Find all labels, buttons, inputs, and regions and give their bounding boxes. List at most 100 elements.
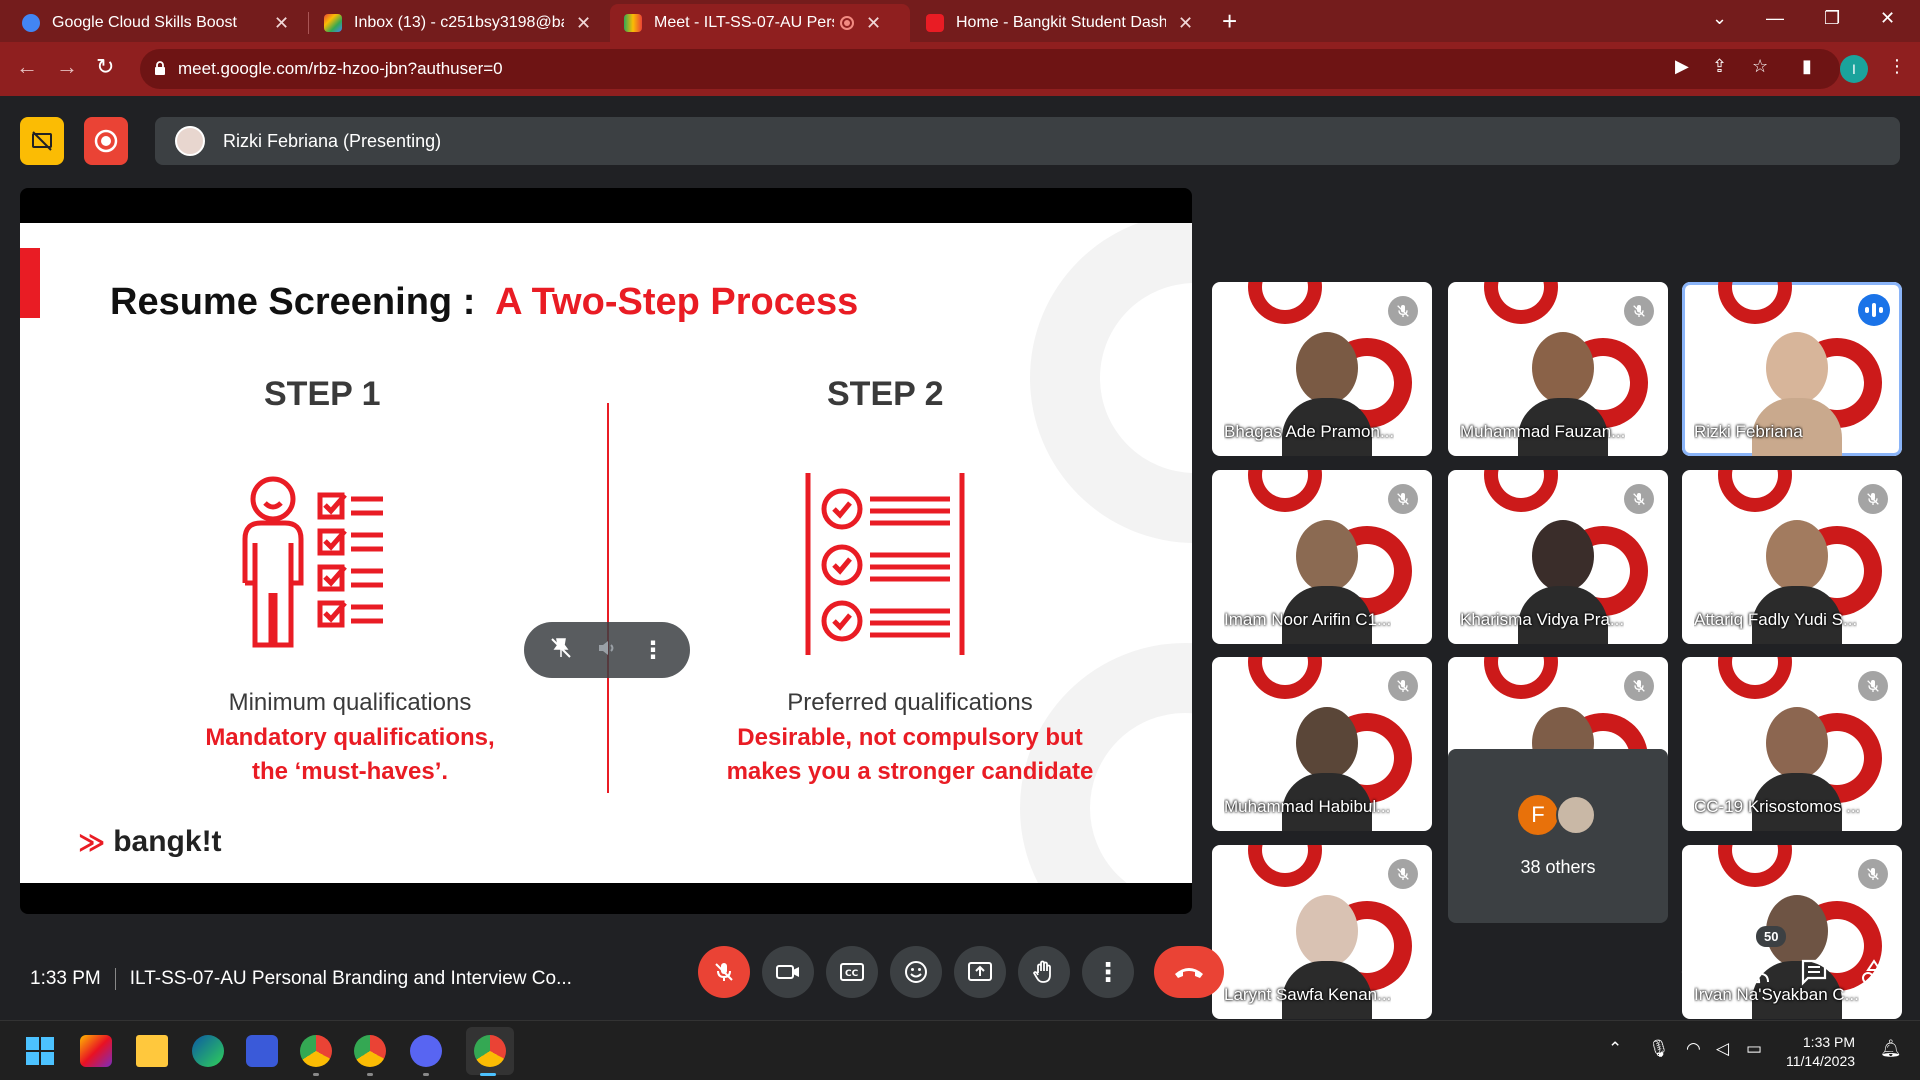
tab-title: Home - Bangkit Student Dashbo	[956, 14, 1166, 31]
show-hidden-icons-chevron-icon[interactable]: ⌃	[1608, 1039, 1622, 1059]
camera-in-use-icon[interactable]: ▶	[1675, 56, 1689, 77]
tab-bangkit-dashboard[interactable]: Home - Bangkit Student Dashbo ✕	[912, 4, 1207, 42]
edge-icon[interactable]	[192, 1035, 224, 1067]
close-tab-icon[interactable]: ✕	[866, 13, 881, 34]
slide-decoration	[1030, 223, 1192, 543]
meeting-details-button[interactable]	[1676, 954, 1712, 990]
discord-icon[interactable]	[410, 1035, 442, 1067]
battery-icon[interactable]: ▭	[1746, 1039, 1762, 1059]
participant-tile[interactable]: CC-19 Krisostomos ...	[1682, 657, 1902, 831]
mic-muted-icon	[1388, 484, 1418, 514]
system-clock[interactable]: 1:33 PM 11/14/2023	[1786, 1033, 1855, 1071]
emoji-icon	[905, 961, 927, 983]
tab-gmail[interactable]: Inbox (13) - c251bsy3198@bang ✕	[310, 4, 605, 42]
volume-icon[interactable]	[595, 636, 619, 665]
participant-head	[1296, 707, 1358, 779]
notification-bell-icon[interactable]: 🔔︎	[1880, 1039, 1902, 1059]
participant-head	[1532, 332, 1594, 404]
close-window-button[interactable]: ✕	[1880, 8, 1895, 29]
speaker-icon[interactable]: ◁	[1716, 1039, 1729, 1059]
people-icon	[1739, 960, 1769, 984]
tab-skills-boost[interactable]: Google Cloud Skills Boost ✕	[8, 4, 303, 42]
participant-tile[interactable]: Irvan Na'Syakban C...	[1682, 845, 1902, 1019]
minimize-button[interactable]: —	[1766, 8, 1784, 29]
active-indicator	[480, 1073, 496, 1076]
background-decoration	[1484, 657, 1558, 699]
windows-start-icon[interactable]	[24, 1035, 56, 1067]
participant-tile[interactable]: Rizki Febriana	[1682, 282, 1902, 456]
mic-muted-icon	[1858, 484, 1888, 514]
participant-tile[interactable]: Imam Noor Arifin C1...	[1212, 470, 1432, 644]
tile-controls-pill[interactable]: ⋮	[524, 622, 690, 678]
participant-tile[interactable]: Muhammad Fauzan...	[1448, 282, 1668, 456]
mic-toggle-button[interactable]	[698, 946, 750, 998]
share-icon[interactable]: ⇪	[1712, 56, 1727, 77]
background-decoration	[1248, 282, 1322, 324]
step1-description: Mandatory qualifications, the ‘must-have…	[205, 724, 495, 785]
mic-muted-icon	[1388, 859, 1418, 889]
unpin-icon[interactable]	[549, 636, 573, 665]
meeting-info: 1:33 PM ILT-SS-07-AU Personal Branding an…	[30, 968, 572, 990]
background-decoration	[1248, 470, 1322, 512]
leave-call-button[interactable]	[1154, 946, 1224, 998]
reactions-button[interactable]	[890, 946, 942, 998]
present-now-button[interactable]	[954, 946, 1006, 998]
participant-tile[interactable]: Larynt Sawfa Kenan...	[1212, 845, 1432, 1019]
others-tile[interactable]: F 38 others	[1448, 749, 1668, 923]
chrome-icon[interactable]	[300, 1035, 332, 1067]
microphone-tray-icon[interactable]: 🎙	[1648, 1039, 1670, 1059]
browser-menu-icon[interactable]: ⋮	[1888, 56, 1906, 77]
chrome-profile-icon[interactable]	[354, 1035, 386, 1067]
back-button[interactable]: ←	[16, 54, 38, 80]
chat-icon	[1801, 959, 1827, 986]
presentation-stage[interactable]: Resume Screening : A Two-Step Process ST…	[20, 188, 1192, 914]
file-explorer-icon[interactable]	[136, 1035, 168, 1067]
clock-time: 1:33 PM	[1802, 1034, 1856, 1050]
participant-name: Attariq Fadly Yudi S...	[1694, 610, 1858, 629]
background-decoration	[1248, 845, 1322, 887]
background-decoration	[1718, 657, 1792, 699]
close-tab-icon[interactable]: ✕	[1178, 13, 1193, 34]
background-decoration	[1718, 845, 1792, 887]
people-button[interactable]	[1736, 954, 1772, 990]
close-tab-icon[interactable]: ✕	[576, 13, 591, 34]
side-panel-icon[interactable]: ▮	[1802, 56, 1812, 77]
recording-indicator-button[interactable]	[84, 117, 128, 165]
more-options-button[interactable]: ⋮	[1082, 946, 1134, 998]
step2-description: Desirable, not compulsory but makes you …	[726, 724, 1094, 785]
widgets-icon[interactable]	[80, 1035, 112, 1067]
slide-title: Resume Screening : A Two-Step Process	[110, 281, 859, 323]
presenter-bar[interactable]: Rizki Febriana (Presenting)	[155, 117, 1900, 165]
forward-button[interactable]: →	[56, 54, 78, 80]
mic-muted-icon	[1388, 296, 1418, 326]
participant-tile[interactable]: Bhagas Ade Pramon...	[1212, 282, 1432, 456]
participant-tile[interactable]: Kharisma Vidya Pra...	[1448, 470, 1668, 644]
participant-name: Imam Noor Arifin C1...	[1224, 610, 1392, 629]
participant-tile[interactable]: Muhammad Habibul...	[1212, 657, 1432, 831]
profile-avatar[interactable]: I	[1840, 55, 1868, 83]
bangkit-mark-icon: ≫	[78, 826, 106, 857]
stop-presenting-button[interactable]	[20, 117, 64, 165]
reload-button[interactable]: ↻	[96, 54, 114, 80]
raise-hand-button[interactable]	[1018, 946, 1070, 998]
tab-title: Inbox (13) - c251bsy3198@bang	[354, 14, 564, 31]
end-call-icon	[1175, 968, 1203, 978]
more-options-icon[interactable]: ⋮	[641, 636, 665, 665]
bookmark-star-icon[interactable]: ☆	[1752, 56, 1768, 77]
camera-toggle-button[interactable]	[762, 946, 814, 998]
tab-meet[interactable]: Meet - ILT-SS-07-AU Person ✕	[610, 4, 910, 42]
new-tab-button[interactable]: +	[1222, 6, 1237, 37]
activities-button[interactable]	[1856, 954, 1892, 990]
participant-tile[interactable]: Attariq Fadly Yudi S...	[1682, 470, 1902, 644]
address-bar[interactable]: meet.google.com/rbz-hzoo-jbn?authuser=0	[140, 49, 1840, 89]
close-tab-icon[interactable]: ✕	[274, 13, 289, 34]
tab-search-chevron-icon[interactable]: ⌄	[1712, 8, 1727, 29]
wifi-icon[interactable]: ◠	[1686, 1039, 1701, 1059]
chrome-active-icon[interactable]	[474, 1035, 506, 1067]
recording-icon	[840, 16, 854, 30]
vscode-like-icon[interactable]	[246, 1035, 278, 1067]
chat-button[interactable]	[1796, 954, 1832, 990]
restore-button[interactable]: ❐	[1824, 8, 1840, 29]
captions-button[interactable]: CC	[826, 946, 878, 998]
slide: Resume Screening : A Two-Step Process ST…	[20, 223, 1192, 883]
